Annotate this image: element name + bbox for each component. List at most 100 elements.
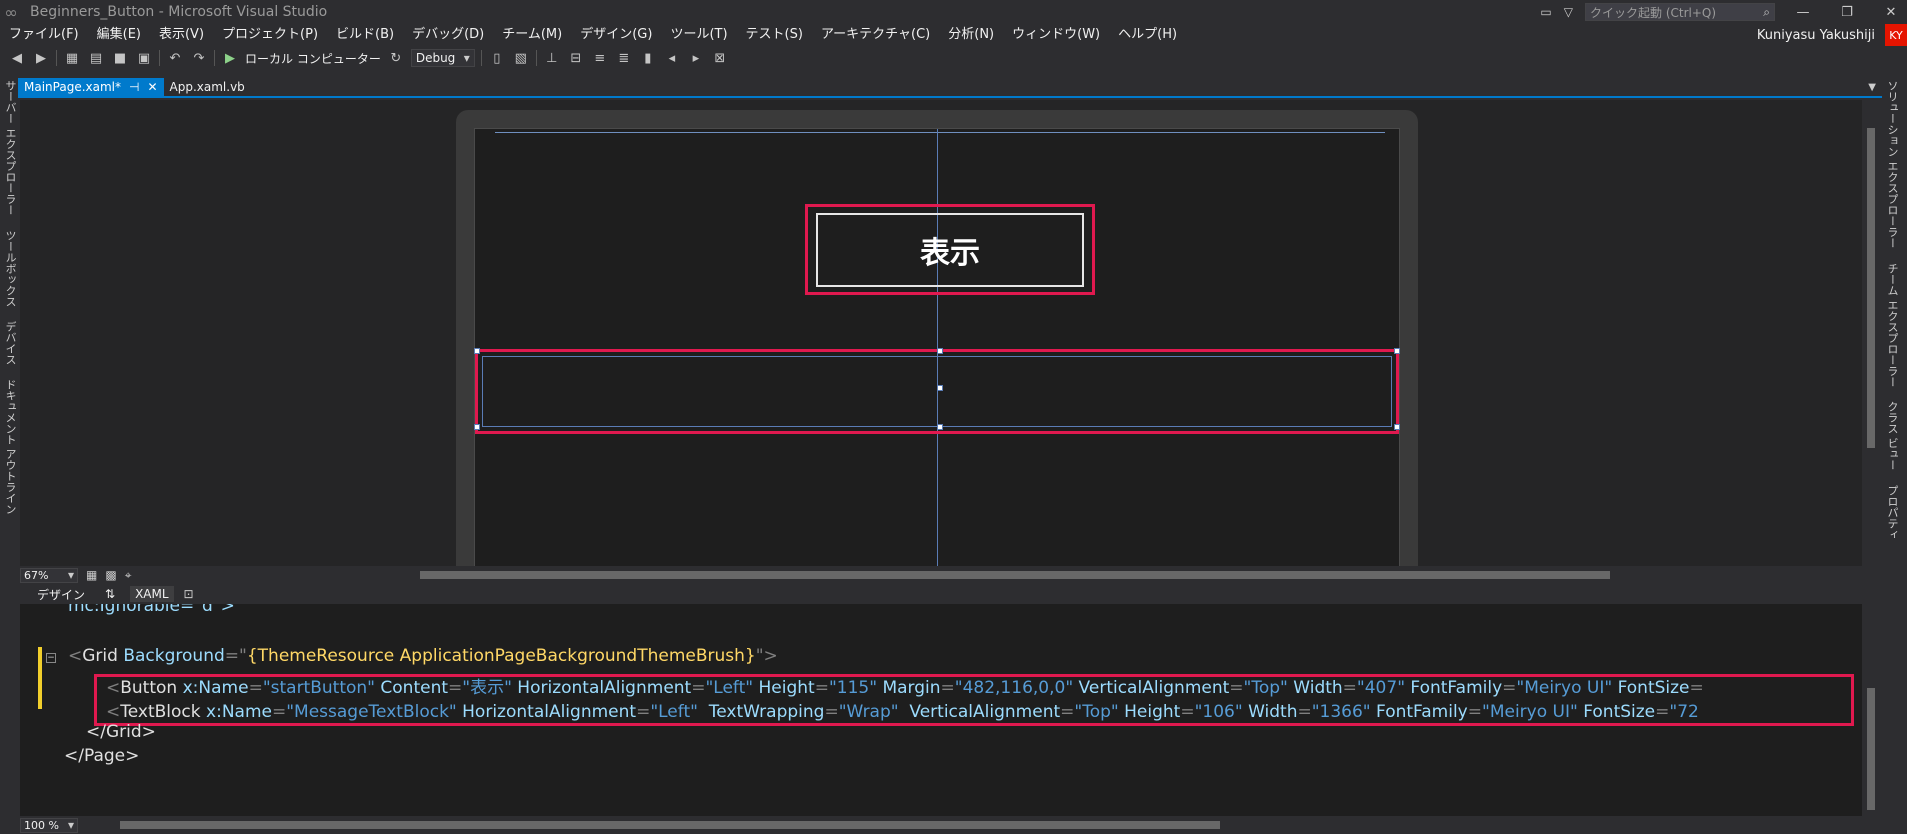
undo-icon[interactable]: ↶ [166, 51, 184, 66]
tab-mainpage-xaml[interactable]: MainPage.xaml* ⊣ ✕ [18, 78, 164, 96]
chevron-down-icon: ▾ [67, 818, 74, 832]
save-all-icon[interactable]: ▣ [135, 51, 153, 66]
outline-collapse-icon[interactable]: − [46, 653, 56, 663]
pin-icon[interactable]: ⊣ [129, 80, 139, 94]
grid-icon[interactable]: ▦ [86, 568, 97, 582]
back-icon[interactable]: ◀ [8, 51, 26, 66]
menu-tools[interactable]: ツール(T) [661, 24, 736, 46]
editor-vertical-scrollbar[interactable] [1862, 604, 1880, 816]
change-indicator [38, 647, 42, 709]
xaml-code-editor[interactable]: − mc:Ignorable="d"> <Grid Background="{T… [20, 604, 1862, 816]
start-debugging-icon[interactable]: ▶ [221, 51, 239, 66]
title-bar: ∞ Beginners_Button - Microsoft Visual St… [0, 0, 1907, 24]
menu-architecture[interactable]: アーキテクチャ(C) [812, 24, 939, 46]
next-bookmark-icon[interactable]: ▸ [687, 51, 705, 66]
tab-overflow-icon[interactable]: ▼ [1868, 82, 1876, 93]
uncomment-icon[interactable]: ≣ [615, 51, 633, 66]
find-in-files-icon[interactable]: ▧ [512, 51, 530, 66]
snap-grid-icon[interactable]: ▩ [105, 568, 116, 582]
quick-launch-placeholder: クイック起動 (Ctrl+Q) [1590, 5, 1717, 20]
xaml-designer[interactable]: 表示 [20, 100, 1862, 566]
bookmark-icon[interactable]: ▮ [639, 51, 657, 66]
designer-horizontal-scrollbar[interactable] [420, 571, 1610, 579]
refresh-icon[interactable]: ↻ [387, 51, 405, 66]
toolbar-separator [535, 50, 537, 66]
menu-edit[interactable]: 編集(E) [88, 24, 150, 46]
close-window-button[interactable]: ✕ [1875, 5, 1907, 20]
message-textblock[interactable] [482, 356, 1392, 427]
editor-zoom-select[interactable]: 100 % ▾ [20, 817, 78, 833]
device-icon[interactable]: ▯ [488, 51, 506, 66]
menu-project[interactable]: プロジェクト(P) [213, 24, 327, 46]
device-frame: 表示 [456, 110, 1418, 566]
document-outline-tab[interactable]: ドキュメント アウトライン [2, 379, 18, 515]
close-icon[interactable]: ✕ [147, 80, 157, 94]
center-handle[interactable] [937, 385, 943, 391]
snap-lines-icon[interactable]: ⌖ [125, 568, 132, 583]
resize-handle[interactable] [474, 424, 480, 430]
align-icon[interactable]: ⊥ [543, 51, 561, 66]
menu-team[interactable]: チーム(M) [493, 24, 571, 46]
designer-zoom-value: 67% [24, 568, 49, 582]
designer-vertical-scrollbar[interactable] [1862, 100, 1880, 566]
tab-app-xaml-vb[interactable]: App.xaml.vb [164, 78, 251, 96]
start-button[interactable]: 表示 [816, 213, 1084, 287]
menu-build[interactable]: ビルド(B) [327, 24, 403, 46]
run-target-label[interactable]: ローカル コンピューター [245, 50, 381, 67]
step-icon[interactable]: ⊟ [567, 51, 585, 66]
team-explorer-tab[interactable]: チーム エクスプローラー [1884, 263, 1900, 388]
collapse-pane-icon[interactable]: ⊡ [184, 587, 194, 601]
toolbox-tab[interactable]: ツールボックス [2, 230, 18, 307]
toolbar-separator [159, 50, 160, 66]
menu-design[interactable]: デザイン(G) [571, 24, 661, 46]
toolbar-separator [480, 50, 482, 66]
editor-horizontal-scrollbar[interactable] [120, 821, 1220, 829]
prev-bookmark-icon[interactable]: ◂ [663, 51, 681, 66]
chevron-down-icon: ▾ [463, 51, 470, 65]
menu-analyze[interactable]: 分析(N) [939, 24, 1003, 46]
menu-file[interactable]: ファイル(F) [0, 24, 88, 46]
scroll-thumb[interactable] [1867, 688, 1875, 810]
designer-status-bar: 67% ▾ ▦ ▩ ⌖ [20, 566, 1862, 584]
properties-tab[interactable]: プロパティ [1884, 485, 1900, 540]
swap-panes-icon[interactable]: ⇅ [100, 586, 120, 602]
clear-bookmarks-icon[interactable]: ⊠ [711, 51, 729, 66]
resize-handle[interactable] [937, 424, 943, 430]
resize-handle[interactable] [937, 348, 943, 354]
class-view-tab[interactable]: クラス ビュー [1884, 401, 1900, 471]
server-explorer-tab[interactable]: サーバー エクスプローラー [2, 80, 18, 216]
menu-debug[interactable]: デバッグ(D) [403, 24, 493, 46]
save-icon[interactable]: ■ [111, 51, 129, 66]
resize-handle[interactable] [1394, 348, 1400, 354]
menu-window[interactable]: ウィンドウ(W) [1003, 24, 1109, 46]
open-file-icon[interactable]: ▤ [87, 51, 105, 66]
scroll-thumb[interactable] [1867, 128, 1875, 448]
restore-button[interactable]: ❐ [1831, 5, 1863, 20]
user-name[interactable]: Kuniyasu Yakushiji [1757, 28, 1875, 43]
menu-test[interactable]: テスト(S) [737, 24, 812, 46]
window-title: Beginners_Button - Microsoft Visual Stud… [30, 4, 328, 20]
solution-explorer-tab[interactable]: ソリューション エクスプローラー [1884, 80, 1900, 249]
tab-xaml[interactable]: XAML [130, 586, 174, 602]
comment-icon[interactable]: ≡ [591, 51, 609, 66]
menu-help[interactable]: ヘルプ(H) [1109, 24, 1186, 46]
avatar[interactable]: KY [1885, 24, 1907, 46]
toolbar-separator [56, 50, 57, 66]
new-project-icon[interactable]: ▦ [63, 51, 81, 66]
filter-icon[interactable]: ▽ [1564, 5, 1573, 19]
devices-tab[interactable]: デバイス [2, 321, 18, 365]
designer-zoom-select[interactable]: 67% ▾ [20, 567, 78, 583]
menu-view[interactable]: 表示(V) [150, 24, 213, 46]
redo-icon[interactable]: ↷ [190, 51, 208, 66]
solution-config-select[interactable]: Debug ▾ [410, 49, 475, 67]
page-canvas[interactable]: 表示 [474, 128, 1400, 566]
quick-launch-input[interactable]: クイック起動 (Ctrl+Q) ⌕ [1585, 3, 1775, 21]
editor-zoom-value: 100 % [24, 818, 59, 832]
minimize-button[interactable]: — [1787, 5, 1819, 20]
design-xaml-splitter: デザイン ⇅ XAML ⊡ [20, 584, 1862, 604]
forward-icon[interactable]: ▶ [32, 51, 50, 66]
resize-handle[interactable] [1394, 424, 1400, 430]
feedback-icon[interactable]: ▭ [1540, 5, 1551, 19]
tab-design[interactable]: デザイン [32, 585, 90, 604]
resize-handle[interactable] [474, 348, 480, 354]
